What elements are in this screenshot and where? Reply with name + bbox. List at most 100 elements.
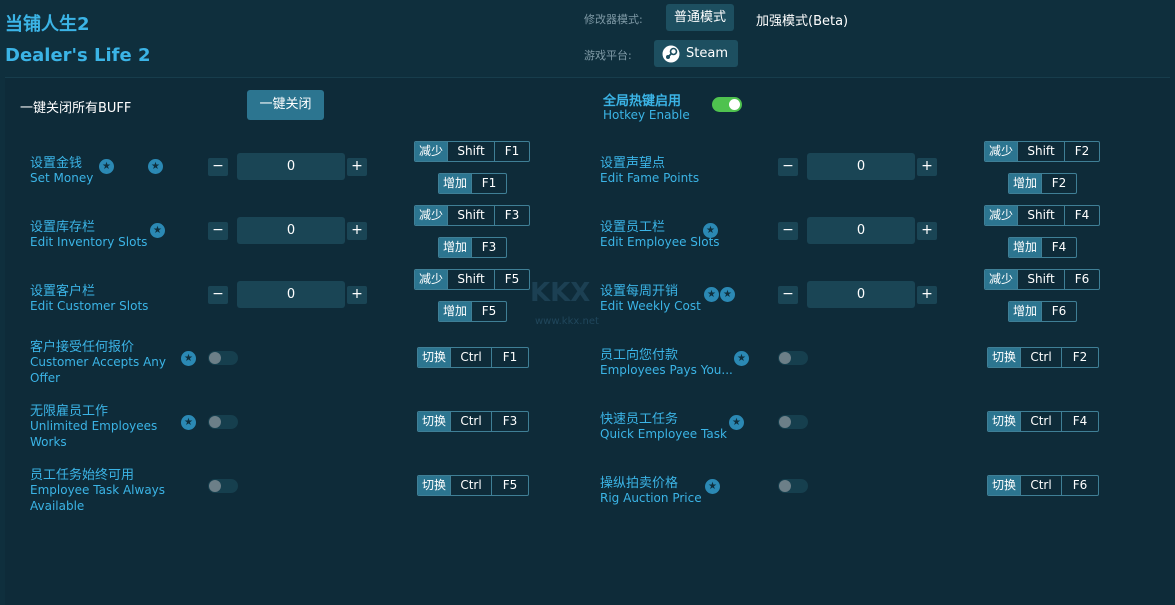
key-cap: F5 [494, 270, 529, 289]
option-label-cn: 设置每周开销 [600, 284, 679, 299]
feature-toggle[interactable] [778, 479, 808, 493]
key-cap: F5 [491, 476, 528, 495]
key-cap: Shift [447, 270, 494, 289]
increase-hotkey[interactable]: 增加 F2 [1008, 173, 1078, 194]
decrease-hotkey[interactable]: 减少 Shift F2 [984, 141, 1101, 162]
beta-mode-button[interactable]: 加强模式(Beta) [756, 10, 848, 29]
key-cap: F1 [471, 174, 506, 193]
increase-button[interactable]: + [347, 286, 367, 304]
option-label-cn: 员工任务始终可用 [30, 468, 135, 483]
value-input[interactable]: 0 [237, 153, 345, 180]
star-icon[interactable]: ★ [150, 223, 165, 238]
normal-mode-button[interactable]: 普通模式 [666, 4, 735, 31]
decrease-hotkey[interactable]: 减少 Shift F4 [984, 205, 1101, 226]
key-cap: Shift [1017, 142, 1064, 161]
star-icon[interactable]: ★ [704, 287, 719, 302]
feature-toggle[interactable] [208, 351, 238, 365]
increase-button[interactable]: + [347, 222, 367, 240]
star-icon[interactable]: ★ [734, 351, 749, 366]
increase-hotkey[interactable]: 增加 F3 [438, 237, 508, 258]
feature-toggle[interactable] [778, 351, 808, 365]
key-action-label: 减少 [415, 206, 448, 225]
option-label-cn: 客户接受任何报价 [30, 340, 135, 355]
toggle-knob [209, 352, 221, 364]
option-label-cn: 操纵拍卖价格 [600, 476, 679, 491]
value-input[interactable]: 0 [237, 217, 345, 244]
star-icon[interactable]: ★ [705, 479, 720, 494]
star-icon[interactable]: ★ [181, 415, 196, 430]
toggle-hotkey[interactable]: 切换 Ctrl F6 [987, 475, 1100, 496]
star-icon[interactable]: ★ [99, 159, 114, 174]
decrease-button[interactable]: − [778, 158, 798, 176]
toggle-hotkey[interactable]: 切换 Ctrl F4 [987, 411, 1100, 432]
key-action-label: 减少 [985, 142, 1018, 161]
option-label-cn: 设置客户栏 [30, 284, 96, 299]
option-label-cn: 设置库存栏 [30, 220, 96, 235]
feature-toggle[interactable] [208, 479, 238, 493]
option-label-en: Unlimited Employees [30, 419, 158, 433]
option-label-cn: 设置员工栏 [600, 220, 666, 235]
decrease-button[interactable]: − [208, 158, 228, 176]
toggle-hotkey[interactable]: 切换 Ctrl F1 [417, 347, 530, 368]
value-input[interactable]: 0 [807, 281, 915, 308]
star-icon[interactable]: ★ [148, 159, 163, 174]
decrease-button[interactable]: − [208, 222, 228, 240]
star-icon[interactable]: ★ [181, 351, 196, 366]
hotkey-enable-toggle[interactable] [712, 97, 742, 112]
option-label-cn: 设置声望点 [600, 156, 666, 171]
toggle-hotkey[interactable]: 切换 Ctrl F3 [417, 411, 530, 432]
toggle-hotkey[interactable]: 切换 Ctrl F2 [987, 347, 1100, 368]
option-label-en: Set Money [30, 171, 94, 185]
steam-platform-button[interactable]: Steam [654, 40, 738, 67]
app-title-en: Dealer's Life 2 [5, 45, 151, 66]
key-cap: F6 [1041, 302, 1076, 321]
feature-toggle[interactable] [208, 415, 238, 429]
value-input[interactable]: 0 [237, 281, 345, 308]
key-action-label: 增加 [439, 302, 472, 321]
key-cap: Ctrl [450, 412, 491, 431]
decrease-button[interactable]: − [778, 222, 798, 240]
increase-button[interactable]: + [917, 286, 937, 304]
star-icon[interactable]: ★ [720, 287, 735, 302]
key-action-label: 增加 [439, 238, 472, 257]
key-action-label: 增加 [439, 174, 472, 193]
decrease-hotkey[interactable]: 减少 Shift F1 [414, 141, 531, 162]
increase-button[interactable]: + [917, 222, 937, 240]
key-cap: F5 [471, 302, 506, 321]
key-cap: F6 [1061, 476, 1098, 495]
increase-hotkey[interactable]: 增加 F4 [1008, 237, 1078, 258]
feature-toggle[interactable] [778, 415, 808, 429]
decrease-hotkey[interactable]: 减少 Shift F3 [414, 205, 531, 226]
decrease-button[interactable]: − [208, 286, 228, 304]
decrease-hotkey[interactable]: 减少 Shift F5 [414, 269, 531, 290]
increase-button[interactable]: + [347, 158, 367, 176]
key-action-label: 切换 [418, 476, 451, 495]
option-label-en: Edit Fame Points [600, 171, 700, 185]
increase-hotkey[interactable]: 增加 F5 [438, 301, 508, 322]
key-action-label: 切换 [988, 348, 1021, 367]
key-cap: Shift [1017, 206, 1064, 225]
increase-button[interactable]: + [917, 158, 937, 176]
toggle-knob [729, 99, 740, 110]
platform-label: 游戏平台: [584, 49, 632, 62]
close-all-button[interactable]: 一键关闭 [247, 90, 324, 120]
key-cap: Ctrl [1020, 476, 1061, 495]
increase-hotkey[interactable]: 增加 F1 [438, 173, 508, 194]
value-input[interactable]: 0 [807, 153, 915, 180]
key-action-label: 增加 [1009, 238, 1042, 257]
key-cap: Shift [447, 142, 494, 161]
decrease-button[interactable]: − [778, 286, 798, 304]
option-label-en: Edit Customer Slots [30, 299, 149, 313]
decrease-hotkey[interactable]: 减少 Shift F6 [984, 269, 1101, 290]
value-input[interactable]: 0 [807, 217, 915, 244]
toggle-hotkey[interactable]: 切换 Ctrl F5 [417, 475, 530, 496]
key-cap: F2 [1061, 348, 1098, 367]
key-action-label: 切换 [988, 412, 1021, 431]
key-cap: Ctrl [450, 476, 491, 495]
star-icon[interactable]: ★ [729, 415, 744, 430]
increase-hotkey[interactable]: 增加 F6 [1008, 301, 1078, 322]
star-icon[interactable]: ★ [703, 223, 718, 238]
option-label-en-line2: Offer [30, 371, 61, 385]
app-title-cn: 当铺人生2 [5, 14, 90, 35]
key-cap: F4 [1041, 238, 1076, 257]
